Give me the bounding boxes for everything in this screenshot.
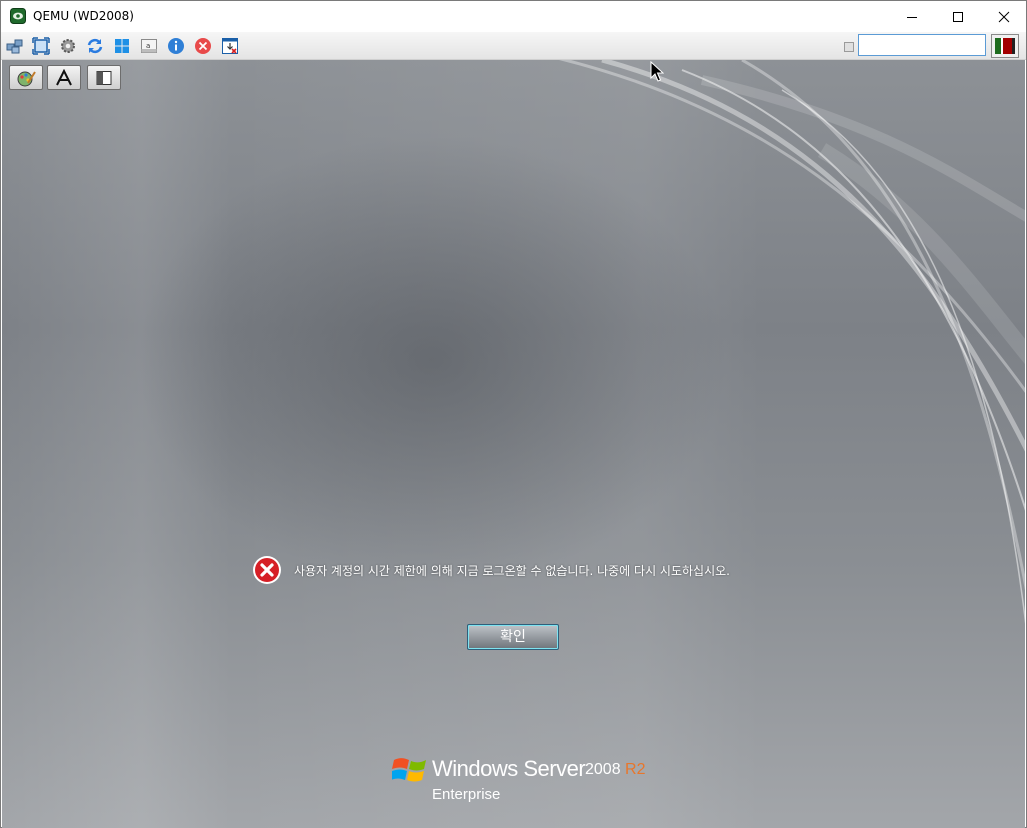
- windows-key-icon[interactable]: [113, 37, 131, 55]
- close-button[interactable]: [981, 1, 1027, 32]
- error-icon: [253, 556, 281, 584]
- remote-screen[interactable]: 사용자 계정의 시간 제한에 의해 지금 로그온할 수 없습니다. 나중에 다시…: [2, 60, 1025, 828]
- text-font-icon: [56, 68, 72, 85]
- brand-edition: Enterprise: [432, 786, 501, 803]
- ok-button[interactable]: 확인: [467, 624, 559, 650]
- mouse-cursor: [650, 61, 664, 82]
- capture-icon[interactable]: [221, 37, 239, 55]
- title-bar[interactable]: QEMU (WD2008): [1, 1, 1026, 32]
- error-message: 사용자 계정의 시간 제한에 의해 지금 로그온할 수 없습니다. 나중에 다시…: [294, 563, 730, 578]
- windows-flag-logo: [392, 758, 426, 782]
- logon-error: 사용자 계정의 시간 제한에 의해 지금 로그온할 수 없습니다. 나중에 다시…: [252, 554, 730, 586]
- brand-version-number: 2008: [585, 761, 621, 778]
- disconnect-icon[interactable]: [194, 37, 212, 55]
- brand-release: R2: [625, 761, 646, 778]
- fullscreen-icon[interactable]: [32, 37, 50, 55]
- toolbar-input[interactable]: [858, 34, 986, 56]
- settings-icon[interactable]: [59, 37, 77, 55]
- text-font-button[interactable]: [47, 65, 81, 90]
- maximize-button[interactable]: [935, 1, 981, 32]
- color-flag-button[interactable]: [991, 34, 1019, 58]
- brand-name: Windows Server: [432, 756, 586, 781]
- color-edit-icon: [17, 70, 36, 86]
- color-edit-button[interactable]: [9, 65, 43, 90]
- connect-icon[interactable]: [6, 37, 24, 55]
- maximize-icon: [953, 11, 963, 22]
- info-icon[interactable]: [167, 37, 185, 55]
- minimize-button[interactable]: [889, 1, 935, 32]
- qemu-window: QEMU (WD2008) a 사용자 계정의 시간 제한에 의해 지금 로그온…: [0, 0, 1027, 828]
- background-swirl: [558, 60, 1025, 625]
- color-flag-icon: [995, 38, 1015, 54]
- close-icon: [998, 11, 1010, 22]
- panel-toggle-button[interactable]: [87, 65, 121, 90]
- panel-toggle-icon: [96, 70, 112, 85]
- minimize-icon: [907, 16, 917, 18]
- qemu-app-icon: [10, 8, 26, 24]
- window-title: QEMU (WD2008): [33, 9, 134, 23]
- text-input-icon[interactable]: a: [140, 37, 158, 55]
- svg-text:a: a: [146, 42, 150, 50]
- brand-version: 2008 R2: [585, 761, 646, 779]
- status-indicator: [844, 42, 854, 52]
- toolbar: a: [1, 32, 1026, 60]
- refresh-icon[interactable]: [86, 37, 104, 55]
